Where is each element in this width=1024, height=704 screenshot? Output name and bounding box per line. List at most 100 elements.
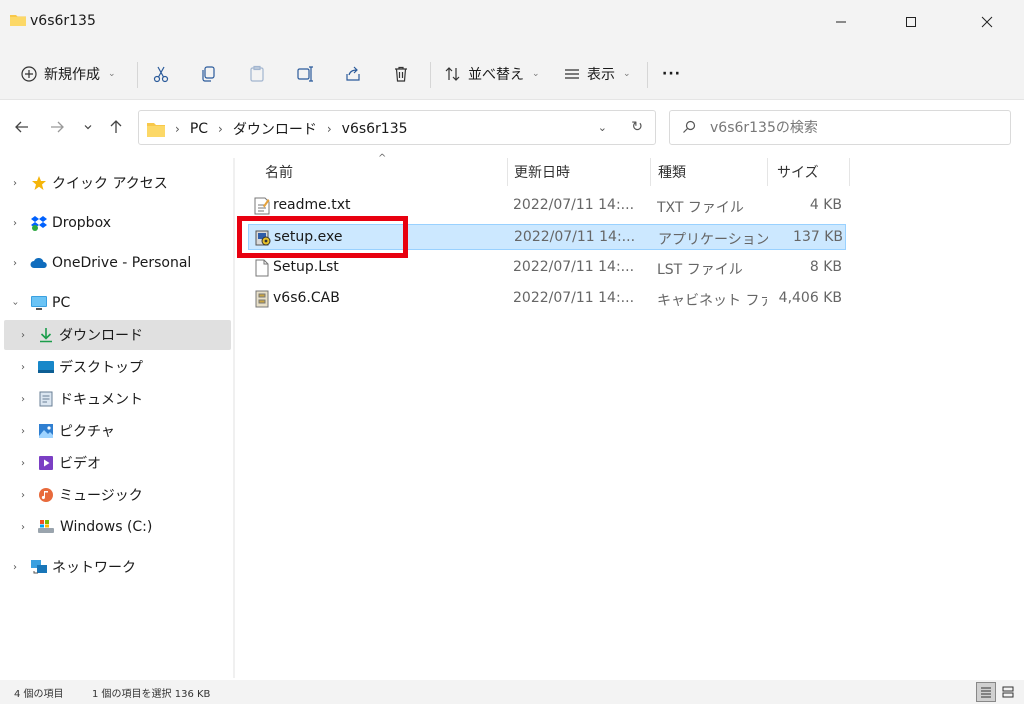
text-file-icon — [254, 197, 270, 215]
more-options-button[interactable]: ··· — [662, 58, 681, 90]
chevron-right-icon[interactable]: › — [18, 362, 28, 373]
chevron-right-icon[interactable]: › — [18, 490, 28, 501]
chevron-right-icon[interactable]: › — [18, 458, 28, 469]
file-size: 137 KB — [793, 229, 843, 245]
details-view-icon — [981, 687, 991, 698]
file-row-selected[interactable]: setup.exe 2022/07/11 14:... アプリケーション 137… — [248, 224, 846, 250]
file-row[interactable]: Setup.Lst 2022/07/11 14:... LST ファイル 8 K… — [248, 255, 846, 281]
address-bar[interactable]: › PC › ダウンロード › v6s6r135 ⌄ ↻ — [138, 110, 656, 145]
rename-button[interactable] — [296, 58, 314, 90]
chevron-right-icon[interactable]: › — [10, 178, 20, 189]
arrow-right-icon — [51, 121, 64, 133]
refresh-icon[interactable]: ↻ — [631, 119, 643, 135]
file-type: TXT ファイル — [657, 200, 744, 216]
file-size: 4 KB — [809, 197, 842, 213]
scissors-icon — [153, 66, 169, 83]
sidebar-item-pc[interactable]: › PC — [0, 288, 232, 318]
sidebar-item-network[interactable]: › ネットワーク — [0, 552, 232, 582]
clipboard-icon — [250, 65, 264, 82]
sidebar-item-downloads[interactable]: › ダウンロード — [4, 320, 231, 350]
more-icon: ··· — [662, 66, 681, 82]
minimize-button[interactable] — [818, 0, 864, 44]
chevron-right-icon[interactable]: › — [18, 394, 28, 405]
share-button[interactable] — [344, 58, 362, 90]
column-name-label: 名前 — [265, 165, 293, 181]
folder-icon — [10, 15, 26, 26]
arrow-left-icon — [15, 121, 28, 133]
breadcrumb-item-pc[interactable]: PC — [190, 121, 208, 137]
view-label: 表示 — [587, 67, 615, 83]
forward-button[interactable] — [47, 117, 67, 137]
sidebar-item-onedrive[interactable]: › OneDrive - Personal — [0, 248, 232, 278]
chevron-right-icon: › — [218, 122, 223, 136]
minimize-icon — [836, 21, 846, 23]
file-row[interactable]: v6s6.CAB 2022/07/11 14:... キャビネット ファ... … — [248, 286, 846, 312]
sidebar-item-desktop[interactable]: › デスクトップ — [0, 352, 232, 382]
trash-icon — [395, 66, 407, 82]
sidebar-item-label: ドキュメント — [59, 392, 143, 408]
close-button[interactable] — [964, 0, 1010, 44]
up-button[interactable] — [106, 117, 126, 137]
delete-button[interactable] — [392, 58, 410, 90]
download-icon — [37, 326, 55, 344]
chevron-down-icon[interactable]: › — [10, 298, 21, 308]
search-icon — [683, 120, 696, 133]
file-type: キャビネット ファ... — [657, 293, 767, 309]
recent-locations-button[interactable] — [78, 117, 98, 137]
sidebar-item-label: デスクトップ — [59, 360, 143, 376]
paste-button[interactable] — [248, 58, 266, 90]
star-icon — [30, 174, 48, 192]
column-header-size[interactable]: サイズ — [769, 158, 850, 186]
chevron-right-icon[interactable]: › — [18, 330, 28, 341]
breadcrumb-item-downloads[interactable]: ダウンロード — [233, 119, 317, 139]
sort-arrows-icon — [445, 67, 460, 81]
sidebar-item-videos[interactable]: › ビデオ — [0, 448, 232, 478]
new-button[interactable]: 新規作成 ⌄ — [20, 58, 116, 90]
chevron-right-icon[interactable]: › — [18, 522, 28, 533]
file-date: 2022/07/11 14:... — [514, 229, 636, 245]
sidebar-item-dropbox[interactable]: › Dropbox — [0, 208, 232, 238]
share-icon — [346, 66, 360, 81]
cut-button[interactable] — [152, 58, 170, 90]
selection-info: 1 個の項目を選択 136 KB — [92, 689, 211, 700]
copy-button[interactable] — [200, 58, 218, 90]
sidebar-item-quick-access[interactable]: › クイック アクセス — [0, 168, 232, 198]
breadcrumb-item-folder[interactable]: v6s6r135 — [342, 121, 408, 137]
sidebar-item-label: Windows (C:) — [60, 519, 153, 535]
sidebar-item-c-drive[interactable]: › Windows (C:) — [0, 512, 232, 542]
chevron-right-icon[interactable]: › — [10, 562, 20, 573]
back-button[interactable] — [12, 117, 32, 137]
maximize-button[interactable] — [888, 0, 934, 44]
file-name: readme.txt — [273, 197, 351, 213]
sidebar-item-documents[interactable]: › ドキュメント — [0, 384, 232, 414]
search-box[interactable] — [669, 110, 1011, 145]
file-row[interactable]: readme.txt 2022/07/11 14:... TXT ファイル 4 … — [248, 193, 846, 219]
file-list: 名前 更新日時 種類 サイズ readme.txt 2022/07/11 14:… — [236, 158, 1024, 678]
sidebar-item-pictures[interactable]: › ピクチャ — [0, 416, 232, 446]
picture-icon — [37, 422, 55, 440]
chevron-right-icon[interactable]: › — [10, 218, 20, 229]
thumbnail-view-button[interactable] — [998, 682, 1018, 702]
column-header-date[interactable]: 更新日時 — [506, 158, 651, 186]
address-dropdown-icon[interactable]: ⌄ — [598, 121, 607, 134]
chevron-right-icon[interactable]: › — [10, 258, 20, 269]
sidebar-item-music[interactable]: › ミュージック — [0, 480, 232, 510]
file-date: 2022/07/11 14:... — [513, 259, 635, 275]
command-bar: 新規作成 ⌄ 並べ替え ⌄ 表示 ⌄ ··· — [0, 46, 1024, 100]
chevron-right-icon[interactable]: › — [18, 426, 28, 437]
details-view-button[interactable] — [976, 682, 996, 702]
sidebar-item-label: PC — [52, 295, 71, 311]
sidebar-splitter[interactable] — [233, 158, 235, 678]
file-size: 8 KB — [809, 259, 842, 275]
sort-button[interactable]: 並べ替え ⌄ — [444, 58, 540, 90]
column-type-label: 種類 — [658, 165, 686, 181]
view-button[interactable]: 表示 ⌄ — [563, 58, 631, 90]
column-header-type[interactable]: 種類 — [650, 158, 768, 186]
toolbar-divider — [137, 62, 138, 88]
maximize-icon — [906, 17, 916, 27]
file-name: v6s6.CAB — [273, 290, 340, 306]
cabinet-file-icon — [255, 290, 269, 308]
sidebar-item-label: Dropbox — [52, 215, 111, 231]
blank-file-icon — [255, 259, 269, 277]
search-input[interactable] — [710, 118, 1000, 138]
